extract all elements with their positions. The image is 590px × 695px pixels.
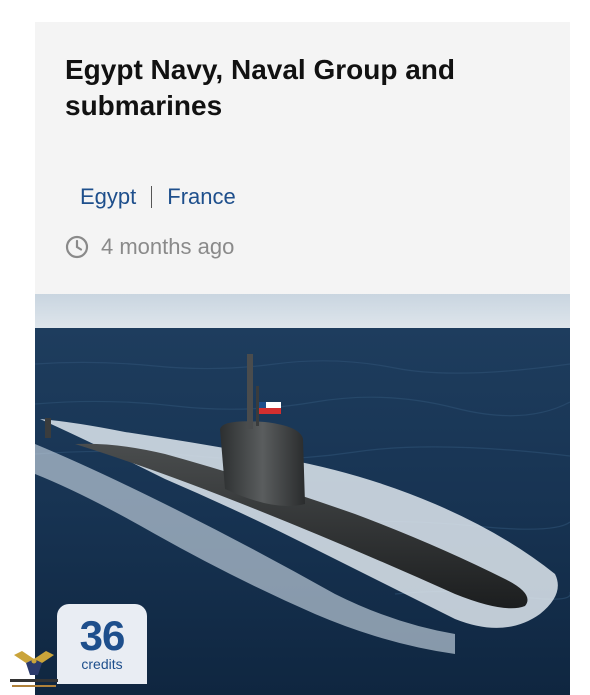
timestamp: 4 months ago bbox=[65, 234, 234, 260]
credits-label: credits bbox=[81, 656, 123, 672]
tag-france[interactable]: France bbox=[167, 184, 235, 210]
credits-count: 36 bbox=[79, 612, 126, 659]
timestamp-text: 4 months ago bbox=[101, 234, 235, 259]
clock-icon bbox=[65, 235, 89, 259]
article-title[interactable]: Egypt Navy, Naval Group and submarines bbox=[65, 52, 535, 124]
tag-egypt[interactable]: Egypt bbox=[80, 184, 136, 210]
eagle-logo-icon bbox=[10, 651, 58, 687]
credits-badge[interactable]: 36 credits bbox=[57, 604, 147, 684]
article-card[interactable]: Egypt Navy, Naval Group and submarines E… bbox=[35, 22, 570, 695]
tag-divider bbox=[151, 186, 153, 208]
tag-list: Egypt France bbox=[80, 184, 236, 210]
